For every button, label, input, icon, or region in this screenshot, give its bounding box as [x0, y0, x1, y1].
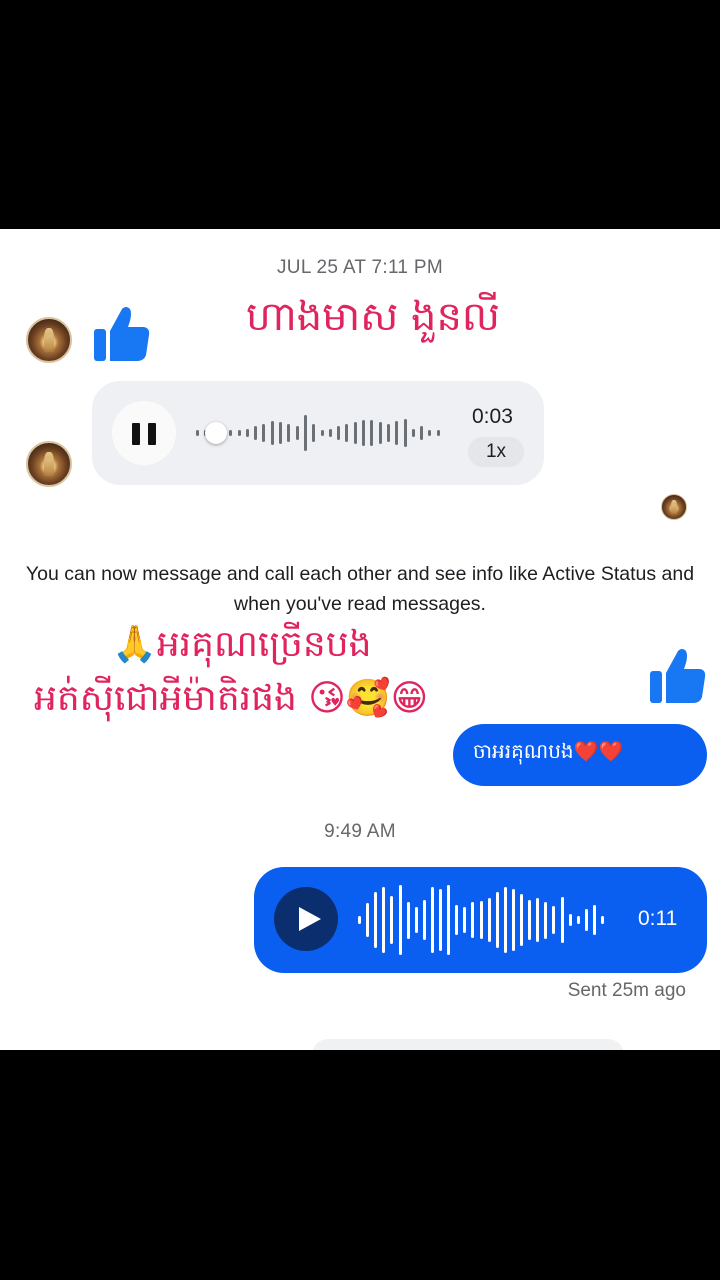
waveform-bar — [287, 423, 291, 443]
scrubber-knob[interactable] — [205, 422, 227, 444]
waveform-bar — [552, 905, 556, 935]
waveform-bar — [576, 915, 580, 925]
pause-button[interactable] — [112, 401, 176, 465]
timestamp-divider: 9:49 AM — [324, 821, 396, 842]
conversation-view[interactable]: JUL 25 AT 7:11 PM ហាងមាស ងួនលី 0:03 1x Y… — [0, 229, 720, 1050]
waveform-bar — [544, 901, 548, 939]
waveform-bar — [295, 426, 299, 440]
waveform-bar — [345, 423, 349, 443]
waveform-bar — [447, 884, 451, 956]
waveform-bar — [411, 428, 415, 438]
waveform-bar — [560, 897, 564, 943]
waveform-bar — [270, 420, 274, 446]
waveform-bar — [511, 888, 515, 952]
waveform-bar — [374, 892, 378, 948]
waveform-bar — [196, 430, 199, 436]
outgoing-voice-message[interactable]: 0:11 — [254, 867, 707, 973]
waveform-bar — [592, 905, 596, 935]
outgoing-message-bubble[interactable]: ចាអរគុណបង❤️❤️ — [453, 724, 707, 786]
waveform-bar — [528, 899, 532, 941]
waveform-bar — [362, 419, 365, 447]
voice-duration: 0:11 — [638, 907, 678, 930]
waveform-bar — [366, 903, 370, 937]
waveform-bar — [536, 897, 540, 943]
waveform-bar — [395, 420, 399, 446]
waveform-bar — [422, 899, 426, 941]
waveform-bar — [428, 429, 432, 437]
waveform-bar — [328, 428, 332, 438]
waveform-bar — [353, 421, 357, 445]
waveform[interactable] — [196, 411, 446, 455]
waveform-bar — [312, 424, 316, 442]
pause-icon — [148, 423, 156, 445]
pause-icon — [132, 423, 140, 445]
waveform-bar — [386, 424, 390, 442]
waveform-bar — [370, 420, 374, 446]
waveform-bar — [382, 886, 386, 954]
waveform-bar — [495, 892, 499, 948]
waveform-bar — [568, 914, 572, 926]
sent-status: Sent 25m ago — [567, 980, 686, 1001]
like-thumb-icon[interactable] — [648, 645, 708, 705]
waveform[interactable] — [358, 883, 610, 957]
waveform-bar — [420, 426, 424, 440]
waveform-bar — [479, 900, 483, 940]
playback-speed-button[interactable]: 1x — [468, 437, 524, 467]
timestamp-divider: JUL 25 AT 7:11 PM — [277, 257, 443, 278]
waveform-bar — [390, 895, 394, 945]
waveform-bar — [337, 426, 341, 440]
waveform-bar — [463, 907, 467, 933]
waveform-bar — [487, 897, 491, 943]
next-message-peek — [312, 1039, 624, 1050]
overlay-caption-shop-name: ហាងមាស ងួនលី — [246, 294, 500, 340]
waveform-bar — [601, 915, 604, 925]
contact-avatar[interactable] — [26, 441, 72, 487]
waveform-bar — [279, 422, 282, 444]
waveform-bar — [254, 426, 258, 440]
waveform-bar — [378, 422, 382, 444]
waveform-bar — [237, 429, 241, 437]
overlay-caption-line-1: 🙏អរគុណច្រើនបង — [112, 624, 372, 665]
overlay-caption-line-2: អត់ស៊ីជោអីម៉ាតិរផង 😘🥰😁 — [34, 678, 429, 719]
waveform-bar — [471, 902, 475, 938]
waveform-bar — [320, 429, 324, 437]
waveform-bar — [520, 894, 523, 946]
play-button[interactable] — [274, 887, 338, 951]
like-thumb-icon[interactable] — [92, 303, 152, 363]
waveform-bar — [262, 424, 266, 442]
waveform-bar — [245, 428, 249, 438]
waveform-bar — [584, 908, 588, 932]
waveform-bar — [455, 905, 459, 935]
system-notice: You can now message and call each other … — [25, 563, 695, 615]
waveform-bar — [303, 415, 307, 451]
voice-duration: 0:03 — [472, 405, 513, 428]
waveform-bar — [229, 430, 233, 436]
read-receipt-avatar — [661, 494, 687, 520]
letterbox-top — [0, 0, 720, 229]
waveform-bar — [398, 884, 402, 956]
waveform-bar — [439, 888, 442, 952]
incoming-voice-message[interactable]: 0:03 1x — [92, 381, 544, 485]
waveform-bar — [414, 907, 418, 933]
waveform-bar — [358, 915, 361, 925]
letterbox-bottom — [0, 1050, 720, 1280]
waveform-bar — [430, 886, 434, 954]
contact-avatar[interactable] — [26, 317, 72, 363]
waveform-bar — [406, 901, 410, 939]
waveform-bar — [503, 886, 507, 954]
waveform-bar — [403, 419, 407, 447]
message-text: ចាអរគុណបង❤️❤️ — [473, 739, 624, 763]
waveform-bar — [436, 430, 440, 436]
